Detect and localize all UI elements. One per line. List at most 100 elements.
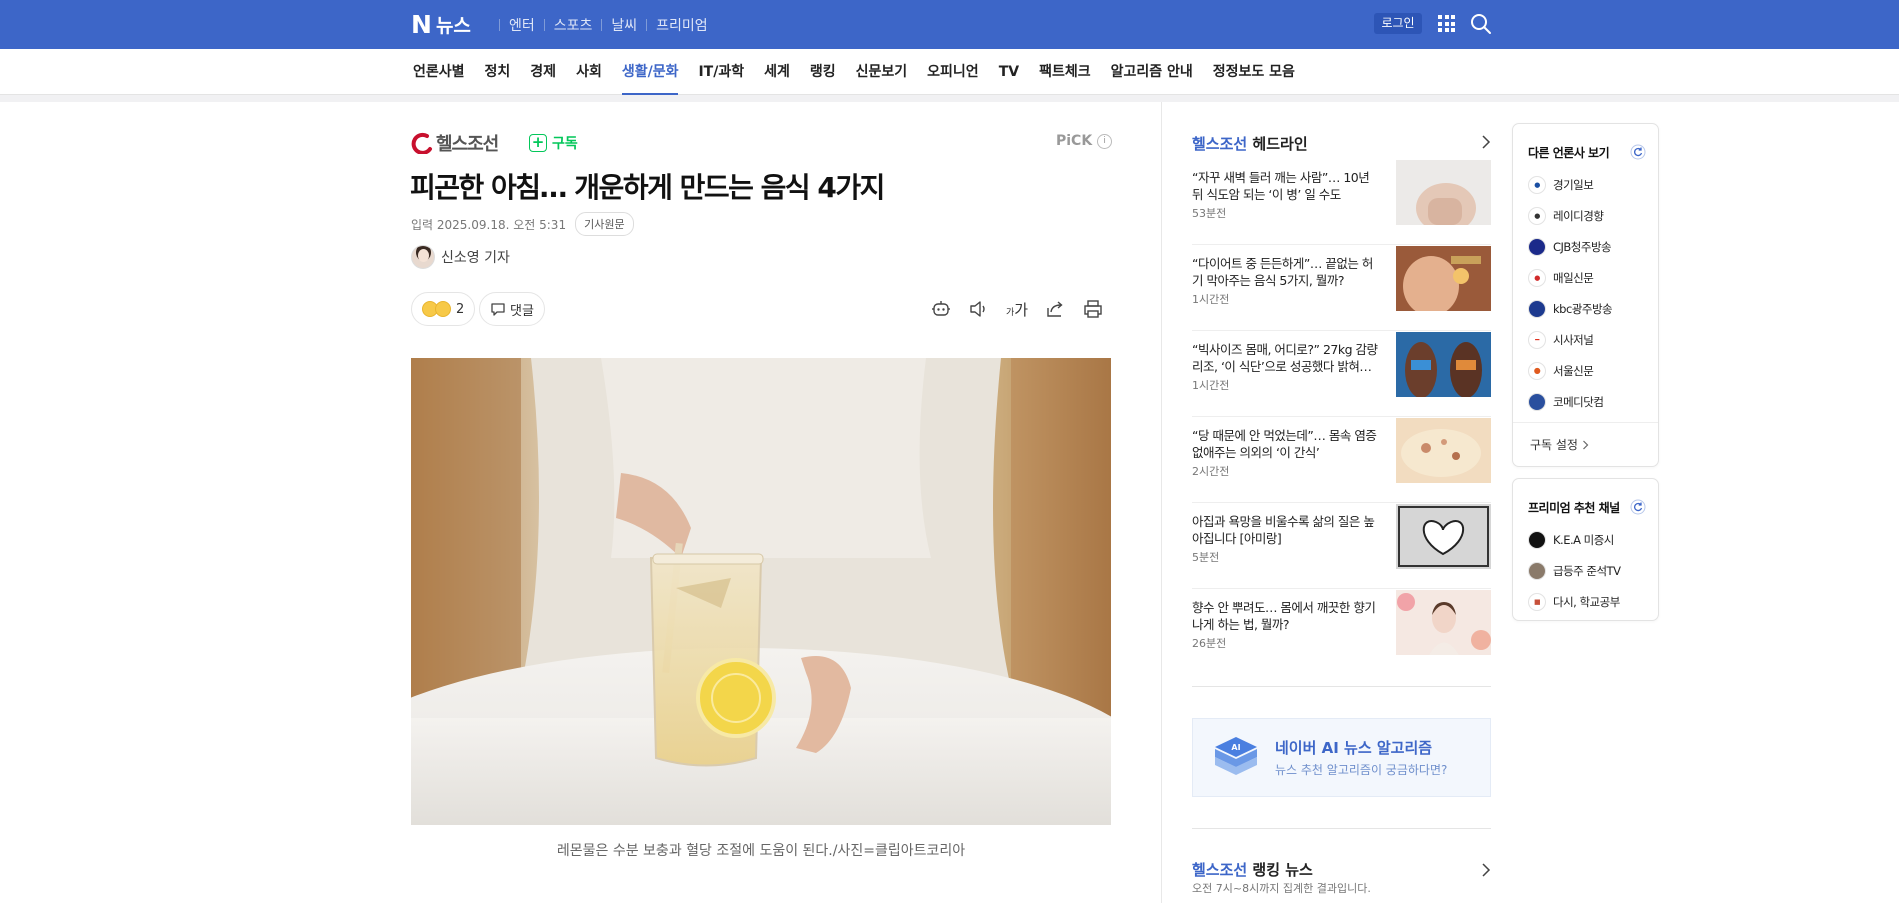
ai-summary-bot-icon[interactable]	[930, 298, 952, 320]
channel-item[interactable]: 급등주 준석TV	[1528, 555, 1621, 586]
subscribe-button[interactable]: + 구독	[529, 133, 578, 153]
article-date-row: 입력 2025.09.18. 오전 5:31 기사원문	[411, 212, 634, 236]
headline-item-time: 53분전	[1192, 207, 1227, 220]
login-button[interactable]: 로그인	[1374, 13, 1422, 34]
press-item[interactable]: 코메디닷컴	[1528, 386, 1612, 417]
chevron-right-icon[interactable]	[1480, 862, 1492, 878]
headline-thumbnail[interactable]	[1396, 246, 1491, 311]
tab-society[interactable]: 사회	[576, 49, 602, 95]
headline-item[interactable]: 향수 안 뿌려도… 몸에서 깨끗한 향기 나게 하는 법, 뭘까? 26분전	[1192, 589, 1491, 675]
headline-thumbnail[interactable]	[1396, 160, 1491, 225]
tab-corrections[interactable]: 정정보도 모음	[1213, 49, 1295, 95]
font-size-button[interactable]: 가가	[1006, 299, 1028, 320]
tab-economy[interactable]: 경제	[530, 49, 556, 95]
ranking-news-title[interactable]: 헬스조선 랭킹 뉴스	[1192, 859, 1313, 880]
press-item[interactable]: ● 서울신문	[1528, 355, 1612, 386]
premium-title: 프리미엄 추천 채널	[1528, 501, 1620, 515]
comment-label: 댓글	[510, 303, 534, 319]
chevron-right-icon[interactable]	[1480, 134, 1492, 150]
speaker-icon[interactable]	[968, 298, 990, 320]
headline-thumbnail[interactable]	[1396, 332, 1491, 397]
ai-algorithm-banner[interactable]: AI 네이버 AI 뉴스 알고리즘 뉴스 추천 알고리즘이 궁금하다면?	[1192, 718, 1491, 797]
apps-grid-icon[interactable]	[1438, 15, 1455, 32]
headline-item[interactable]: “자꾸 새벽 들러 깨는 사람”… 10년 뒤 식도암 되는 ‘이 병’ 일 수…	[1192, 159, 1491, 245]
headline-item[interactable]: “빅사이즈 몸매, 어디로?” 27kg 감량 리조, ‘이 식단’으로 성공했…	[1192, 331, 1491, 417]
channel-item[interactable]: K.E.A 미증시	[1528, 524, 1620, 555]
article-date: 입력 2025.09.18. 오전 5:31	[411, 217, 567, 232]
press-item[interactable]: ● 경기일보	[1528, 169, 1612, 200]
tab-ranking[interactable]: 랭킹	[810, 49, 836, 95]
original-article-button[interactable]: 기사원문	[575, 212, 634, 236]
channel-logo-icon	[1528, 561, 1546, 580]
press-item[interactable]: CJB청주방송	[1528, 231, 1612, 262]
nav-separator	[646, 19, 648, 31]
press-logo[interactable]: 헬스조선	[411, 130, 499, 156]
headline-item-title[interactable]: 아집과 욕망을 비울수록 삶의 질은 높아집니다 [아미랑]	[1192, 513, 1382, 547]
headline-item[interactable]: “다이어트 중 든든하게”… 끝없는 허기 막아주는 음식 5가지, 뭘까? 1…	[1192, 245, 1491, 331]
headline-item-title[interactable]: “자꾸 새벽 들러 깨는 사람”… 10년 뒤 식도암 되는 ‘이 병’ 일 수…	[1192, 169, 1382, 203]
share-icon[interactable]	[1044, 298, 1066, 320]
subscription-settings-link[interactable]: 구독 설정	[1530, 436, 1589, 453]
ranking-subtitle: 오전 7시~8시까지 집계한 결과입니다.	[1192, 882, 1371, 895]
press-logo-icon: ●	[1528, 206, 1546, 225]
reaction-button[interactable]: 2	[411, 292, 476, 326]
headline-item-title[interactable]: “빅사이즈 몸매, 어디로?” 27kg 감량 리조, ‘이 식단’으로 성공했…	[1192, 341, 1382, 375]
nav-shadow	[0, 95, 1899, 102]
print-icon[interactable]	[1082, 298, 1104, 320]
nav-link-weather[interactable]: 날씨	[611, 15, 637, 35]
tab-world[interactable]: 세계	[764, 49, 790, 95]
headline-list: “자꾸 새벽 들러 깨는 사람”… 10년 뒤 식도암 되는 ‘이 병’ 일 수…	[1192, 159, 1491, 675]
font-size-label: 가	[1014, 300, 1029, 319]
headline-thumbnail[interactable]	[1396, 418, 1491, 483]
headline-item-title[interactable]: 향수 안 뿌려도… 몸에서 깨끗한 향기 나게 하는 법, 뭘까?	[1192, 599, 1382, 633]
headline-thumbnail[interactable]	[1396, 504, 1491, 569]
headline-item-time: 5분전	[1192, 551, 1220, 564]
nav-link-premium[interactable]: 프리미엄	[656, 15, 708, 35]
headline-item[interactable]: “당 때문에 안 먹었는데”… 몸속 염증 없애주는 의외의 ‘이 간식’ 2시…	[1192, 417, 1491, 503]
tab-opinion[interactable]: 오피니언	[927, 49, 979, 95]
chevron-right-icon	[1583, 440, 1589, 449]
comment-button[interactable]: 댓글	[479, 292, 545, 326]
subscribe-label: 구독	[552, 136, 578, 152]
channel-item[interactable]: ■ 다시, 학교공부	[1528, 586, 1620, 617]
press-item[interactable]: ● 매일신문	[1528, 262, 1612, 293]
nav-separator	[543, 19, 545, 31]
press-logo-icon: ●	[1528, 361, 1546, 380]
article-title: 피곤한 아침… 개운하게 만드는 음식 4가지	[410, 171, 885, 204]
press-item[interactable]: kbc광주방송	[1528, 293, 1613, 324]
article-tools: 가가	[930, 298, 1120, 320]
author-avatar	[411, 245, 435, 269]
tab-algorithm[interactable]: 알고리즘 안내	[1111, 49, 1193, 95]
headline-thumbnail[interactable]	[1396, 590, 1491, 655]
headline-item[interactable]: 아집과 욕망을 비울수록 삶의 질은 높아집니다 [아미랑] 5분전	[1192, 503, 1491, 589]
nav-link-sports[interactable]: 스포츠	[554, 15, 593, 35]
tab-it-science[interactable]: IT/과학	[698, 49, 744, 95]
tab-politics[interactable]: 정치	[485, 49, 511, 95]
article-photo[interactable]	[411, 358, 1111, 825]
tab-life-culture[interactable]: 생활/문화	[621, 49, 678, 95]
service-nav: 엔터 스포츠 날씨 프리미엄	[490, 15, 708, 35]
pick-badge[interactable]: PiCK i	[1056, 133, 1113, 149]
headline-item-title[interactable]: “다이어트 중 든든하게”… 끝없는 허기 막아주는 음식 5가지, 뭘까?	[1192, 255, 1382, 289]
refresh-icon[interactable]	[1630, 144, 1646, 160]
premium-channels-card: 프리미엄 추천 채널 K.E.A 미증시 급등주 준석TV ■ 다시, 학교공부	[1512, 478, 1659, 621]
press-headline-title[interactable]: 헬스조선 헤드라인	[1192, 133, 1308, 154]
press-item[interactable]: ● 레이디경향	[1528, 200, 1612, 231]
press-logo-icon	[1528, 392, 1546, 411]
headline-title-suffix: 헤드라인	[1247, 135, 1308, 153]
other-press-title: 다른 언론사 보기	[1528, 146, 1610, 160]
refresh-icon[interactable]	[1630, 499, 1646, 515]
tab-factcheck[interactable]: 팩트체크	[1039, 49, 1091, 95]
naver-news-logo[interactable]: N 뉴스	[411, 10, 471, 39]
lemon-water-photo	[411, 358, 1111, 825]
author[interactable]: 신소영 기자	[411, 245, 510, 269]
headline-item-title[interactable]: “당 때문에 안 먹었는데”… 몸속 염증 없애주는 의외의 ‘이 간식’	[1192, 427, 1382, 461]
tab-tv[interactable]: TV	[999, 49, 1019, 95]
top-bar: N 뉴스 엔터 스포츠 날씨 프리미엄 로그인	[0, 0, 1899, 49]
tab-press[interactable]: 언론사별	[413, 49, 465, 95]
nav-link-entertainment[interactable]: 엔터	[509, 15, 535, 35]
search-icon[interactable]	[1470, 13, 1492, 35]
info-icon[interactable]: i	[1097, 133, 1113, 149]
press-item[interactable]: ━ 시사저널	[1528, 324, 1612, 355]
tab-newspaper[interactable]: 신문보기	[856, 49, 908, 95]
